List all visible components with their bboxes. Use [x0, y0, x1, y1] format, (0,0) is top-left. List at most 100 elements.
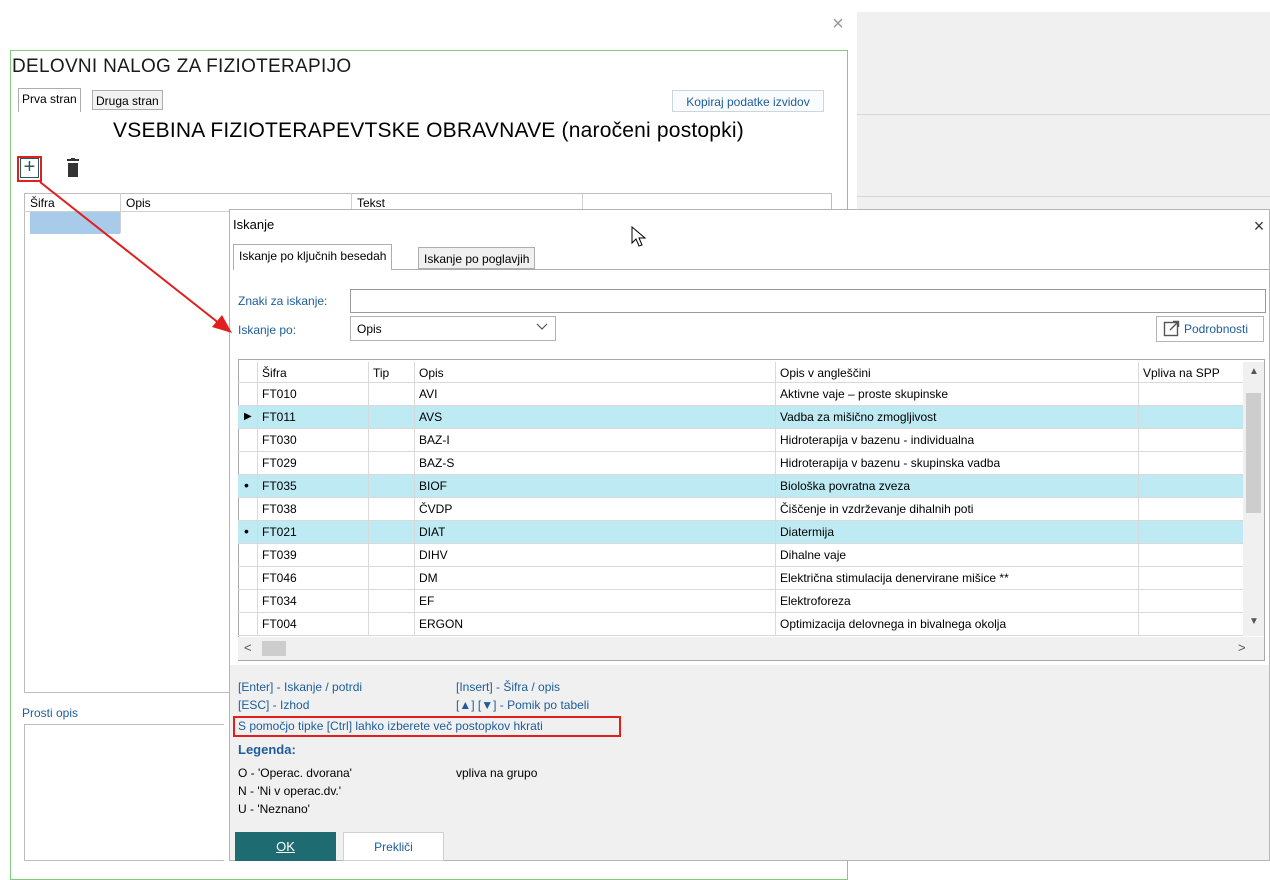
tip-arrows: [▲] [▼] - Pomik po tabeli — [456, 698, 590, 712]
table-row[interactable]: FT030 BAZ-I Hidroterapija v bazenu - indiv… — [238, 429, 1243, 452]
scroll-left-icon[interactable]: < — [244, 640, 252, 655]
multi-select-dot-icon: • — [244, 523, 249, 539]
grid-header-sifra: Šifra — [30, 196, 55, 210]
search-input[interactable] — [350, 289, 1266, 313]
scroll-up-icon[interactable]: ▲ — [1249, 366, 1259, 377]
external-link-icon — [1163, 320, 1180, 337]
cell-opis: EF — [419, 594, 435, 608]
cell-opis: ČVDP — [419, 502, 453, 516]
cell-opis-en: Hidroterapija v bazenu - individualna — [780, 433, 975, 447]
table-row[interactable]: FT039 DIHV Dihalne vaje — [238, 544, 1243, 567]
section-title: VSEBINA FIZIOTERAPEVTSKE OBRAVNAVE (naro… — [113, 119, 744, 142]
column-divider — [414, 362, 415, 636]
cell-opis-en: Elektroforeza — [780, 594, 851, 608]
tab-chapter-search[interactable]: Iskanje po poglavjih — [418, 247, 536, 269]
background-close-button[interactable]: × — [826, 12, 850, 36]
col-header-opis[interactable]: Opis — [419, 366, 444, 380]
background-divider — [857, 196, 1270, 197]
dialog-title: Iskanje — [233, 217, 275, 232]
col-header-opis-en[interactable]: Opis v angleščini — [780, 366, 871, 380]
tip-ctrl-multiselect: S pomočjo tipke [Ctrl] lahko izberete ve… — [238, 719, 543, 733]
table-row[interactable]: FT035 BIOF Biološka povratna zveza • — [238, 475, 1243, 498]
add-icon[interactable]: + — [20, 157, 39, 178]
dialog-footer — [230, 665, 1269, 860]
table-row[interactable]: FT034 EF Elektroforeza — [238, 590, 1243, 613]
col-header-sifra[interactable]: Šifra — [262, 366, 287, 380]
table-row[interactable]: FT021 DIAT Diatermija • — [238, 521, 1243, 544]
cancel-button[interactable]: Prekliči — [343, 832, 444, 861]
cell-opis-en: Optimizacija delovnega in bivalnega okol… — [780, 617, 1007, 631]
legend-note: vpliva na grupo — [456, 766, 538, 780]
cell-opis-en: Biološka povratna zveza — [780, 479, 911, 493]
cell-sifra: FT021 — [262, 525, 297, 539]
cell-sifra: FT034 — [262, 594, 297, 608]
vertical-scroll-thumb[interactable] — [1246, 393, 1261, 513]
cell-opis: DIAT — [419, 525, 446, 539]
horizontal-scrollbar[interactable] — [238, 637, 1264, 660]
cell-sifra: FT004 — [262, 617, 297, 631]
scroll-down-icon[interactable]: ▼ — [1249, 616, 1259, 627]
table-row[interactable]: FT010 AVI Aktivne vaje – proste skupinske — [238, 383, 1243, 406]
table-row[interactable]: FT011 AVS Vadba za mišično zmogljivost ▶ — [238, 406, 1243, 429]
grid-header-tekst: Tekst — [357, 196, 386, 210]
search-by-label: Iskanje po: — [238, 323, 297, 337]
prosti-opis-textarea[interactable] — [24, 724, 224, 861]
tip-insert: [Insert] - Šifra / opis — [456, 680, 561, 694]
table-row[interactable]: FT004 ERGON Optimizacija delovnega in biva… — [238, 613, 1243, 636]
col-header-spp[interactable]: Vpliva na SPP — [1143, 366, 1220, 380]
table-row[interactable]: FT038 ČVDP Čiščenje in vzdrževanje dihalni… — [238, 498, 1243, 521]
cell-opis-en: Aktivne vaje – proste skupinske — [780, 387, 949, 401]
legend-item: U - 'Neznano' — [238, 802, 310, 816]
cell-opis-en: Električna stimulacija denervirane mišic… — [780, 571, 1009, 585]
cell-opis: BAZ-S — [419, 456, 455, 470]
trash-icon[interactable] — [64, 158, 82, 178]
scroll-right-icon[interactable]: > — [1238, 640, 1246, 655]
cell-sifra: FT010 — [262, 387, 297, 401]
cell-sifra: FT035 — [262, 479, 297, 493]
grid-divider — [120, 193, 121, 233]
grid-selected-cell[interactable] — [30, 212, 120, 234]
cell-sifra: FT046 — [262, 571, 297, 585]
tab-druga-stran[interactable]: Druga stran — [92, 90, 163, 110]
legend-item: N - 'Ni v operac.dv.' — [238, 784, 342, 798]
current-row-indicator-icon: ▶ — [244, 411, 252, 422]
mouse-cursor-icon — [631, 226, 647, 247]
cell-opis: DM — [419, 571, 438, 585]
ok-button[interactable]: OK — [235, 832, 336, 861]
cell-sifra: FT030 — [262, 433, 297, 447]
multi-select-dot-icon: • — [244, 477, 249, 493]
cell-opis: DIHV — [419, 548, 448, 562]
background-divider — [857, 114, 1270, 115]
cell-sifra: FT038 — [262, 502, 297, 516]
cell-opis-en: Hidroterapija v bazenu - skupinska vadba — [780, 456, 1001, 470]
form-title: DELOVNI NALOG ZA FIZIOTERAPIJO — [12, 56, 352, 77]
column-divider — [1138, 362, 1139, 636]
column-divider — [368, 362, 369, 636]
tip-enter: [Enter] - Iskanje / potrdi — [238, 680, 363, 694]
cell-opis-en: Diatermija — [780, 525, 835, 539]
cell-opis: BAZ-I — [419, 433, 450, 447]
cell-opis: AVS — [419, 410, 443, 424]
horizontal-scroll-thumb[interactable] — [262, 641, 286, 656]
column-divider — [775, 362, 776, 636]
details-button-label: Podrobnosti — [1184, 322, 1249, 336]
tip-esc: [ESC] - Izhod — [238, 698, 310, 712]
background-right-top — [857, 0, 1270, 12]
dialog-close-button[interactable]: × — [1248, 215, 1270, 237]
cell-opis-en: Čiščenje in vzdrževanje dihalnih poti — [780, 502, 974, 516]
table-row[interactable]: FT029 BAZ-S Hidroterapija v bazenu - skupi… — [238, 452, 1243, 475]
copy-exam-data-button[interactable]: Kopiraj podatke izvidov — [672, 90, 824, 112]
cell-opis-en: Vadba za mišično zmogljivost — [780, 410, 937, 424]
chevron-down-icon[interactable] — [536, 318, 548, 336]
legend-item: O - 'Operac. dvorana' — [238, 766, 352, 780]
table-row[interactable]: FT046 DM Električna stimulacija denerviran… — [238, 567, 1243, 590]
tab-prva-stran[interactable]: Prva stran — [18, 88, 81, 112]
cell-opis-en: Dihalne vaje — [780, 548, 847, 562]
col-header-tip[interactable]: Tip — [373, 366, 389, 380]
grid-header-opis: Opis — [126, 196, 151, 210]
cell-opis: BIOF — [419, 479, 448, 493]
column-divider — [257, 362, 258, 636]
legend-title: Legenda: — [238, 742, 296, 757]
tab-keyword-search[interactable]: Iskanje po ključnih besedah — [233, 244, 393, 270]
cell-opis: AVI — [419, 387, 438, 401]
